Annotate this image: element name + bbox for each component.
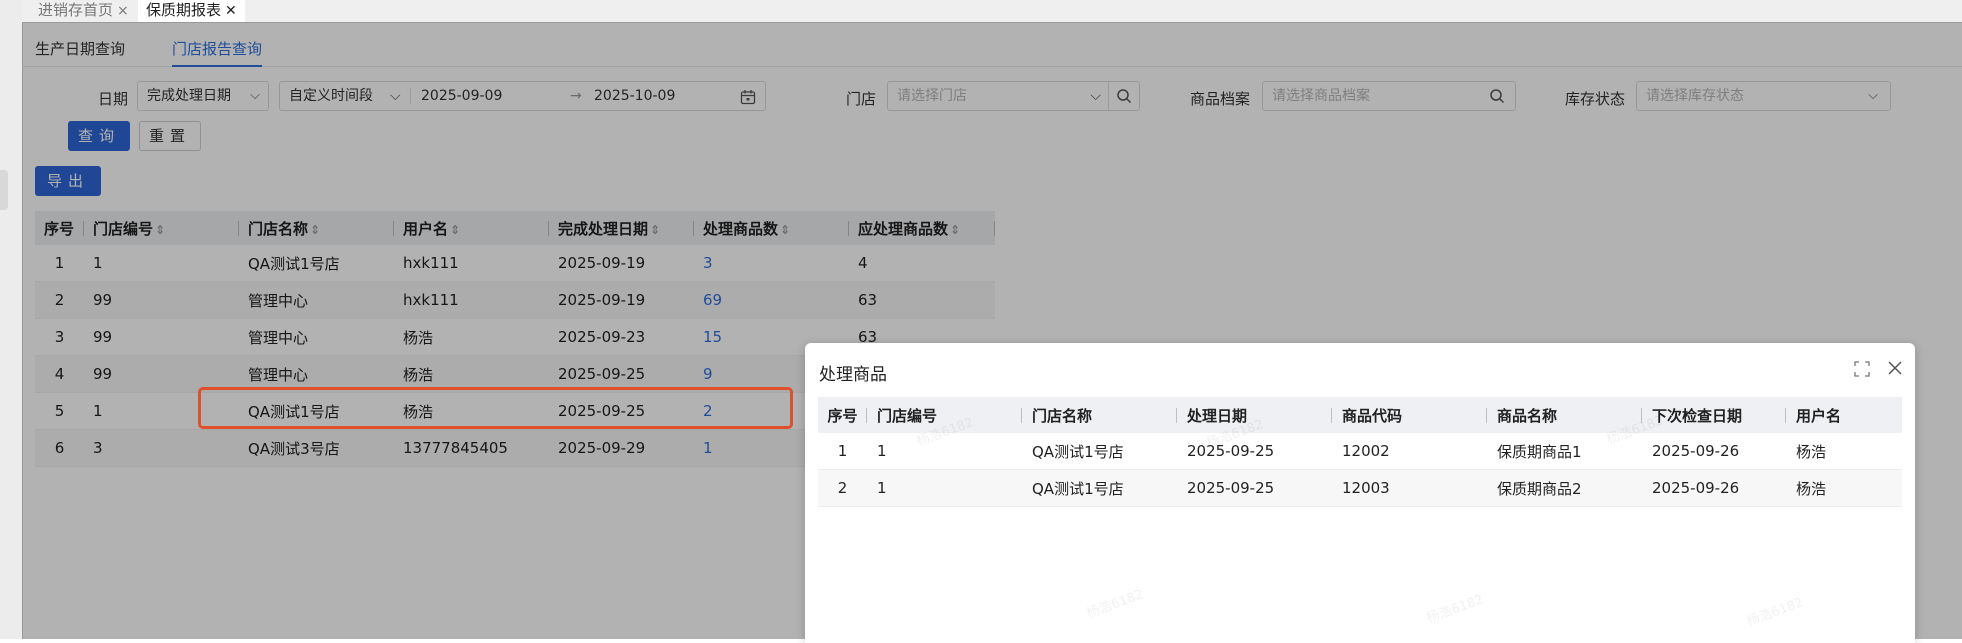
col-header: 商品代码 [1332, 397, 1487, 433]
watermark: 杨浩6182 [1424, 592, 1486, 627]
tab-shelf-life-report[interactable]: 保质期报表 ✕ [138, 0, 245, 22]
dialog-title: 处理商品 [819, 365, 887, 385]
col-header: 门店名称 [1022, 397, 1177, 433]
row-highlight-annotation [198, 387, 793, 429]
page-tab-bar: 进销存首页 × 保质期报表 ✕ [22, 0, 1962, 23]
close-icon[interactable]: × [117, 3, 129, 19]
row-index: 1 [818, 433, 867, 470]
col-header: 序号 [818, 397, 867, 433]
processed-items-table: 序号 门店编号 门店名称 处理日期 商品代码 商品名称 下次检查日期 用户名 1… [818, 397, 1902, 507]
tab-label: 进销存首页 [38, 1, 114, 19]
store-name: QA测试1号店 [1022, 433, 1177, 470]
left-sidebar-strip [0, 0, 23, 639]
app-window: 进销存首页 × 保质期报表 ✕ 生产日期查询 门店报告查询 日期 完成处理日期 ⌵ … [0, 0, 1962, 643]
next-check-date: 2025-09-26 [1642, 469, 1786, 507]
close-icon[interactable]: ✕ [225, 3, 237, 19]
watermark: 杨浩6182 [1084, 587, 1146, 622]
table-header-row: 序号 门店编号 门店名称 处理日期 商品代码 商品名称 下次检查日期 用户名 [818, 397, 1902, 433]
process-date: 2025-09-25 [1177, 433, 1332, 470]
process-date: 2025-09-25 [1177, 469, 1332, 507]
username: 杨浩 [1786, 433, 1902, 470]
next-check-date: 2025-09-26 [1642, 433, 1786, 470]
col-header: 用户名 [1786, 397, 1902, 433]
sidebar-collapse-handle[interactable] [0, 170, 8, 210]
product-code: 12002 [1332, 433, 1487, 470]
tab-inventory-home[interactable]: 进销存首页 × [30, 0, 137, 22]
table-row[interactable]: 2 1 QA测试1号店 2025-09-25 12003 保质期商品2 2025-09-26… [818, 469, 1902, 507]
table-row[interactable]: 1 1 QA测试1号店 2025-09-25 12002 保质期商品1 2025-09-26… [818, 433, 1902, 470]
product-name: 保质期商品2 [1487, 469, 1642, 507]
processed-items-dialog: 处理商品 序号 门店编号 门店名称 处理日期 商品代码 商品名称 下次检查日期 … [805, 343, 1915, 643]
row-index: 2 [818, 469, 867, 507]
fullscreen-icon[interactable] [1854, 361, 1870, 377]
store-name: QA测试1号店 [1022, 469, 1177, 507]
close-icon[interactable] [1886, 359, 1904, 377]
store-code: 1 [867, 469, 1022, 507]
username: 杨浩 [1786, 469, 1902, 507]
product-code: 12003 [1332, 469, 1487, 507]
tab-label: 保质期报表 [146, 1, 222, 19]
watermark: 杨浩6182 [1744, 595, 1806, 630]
